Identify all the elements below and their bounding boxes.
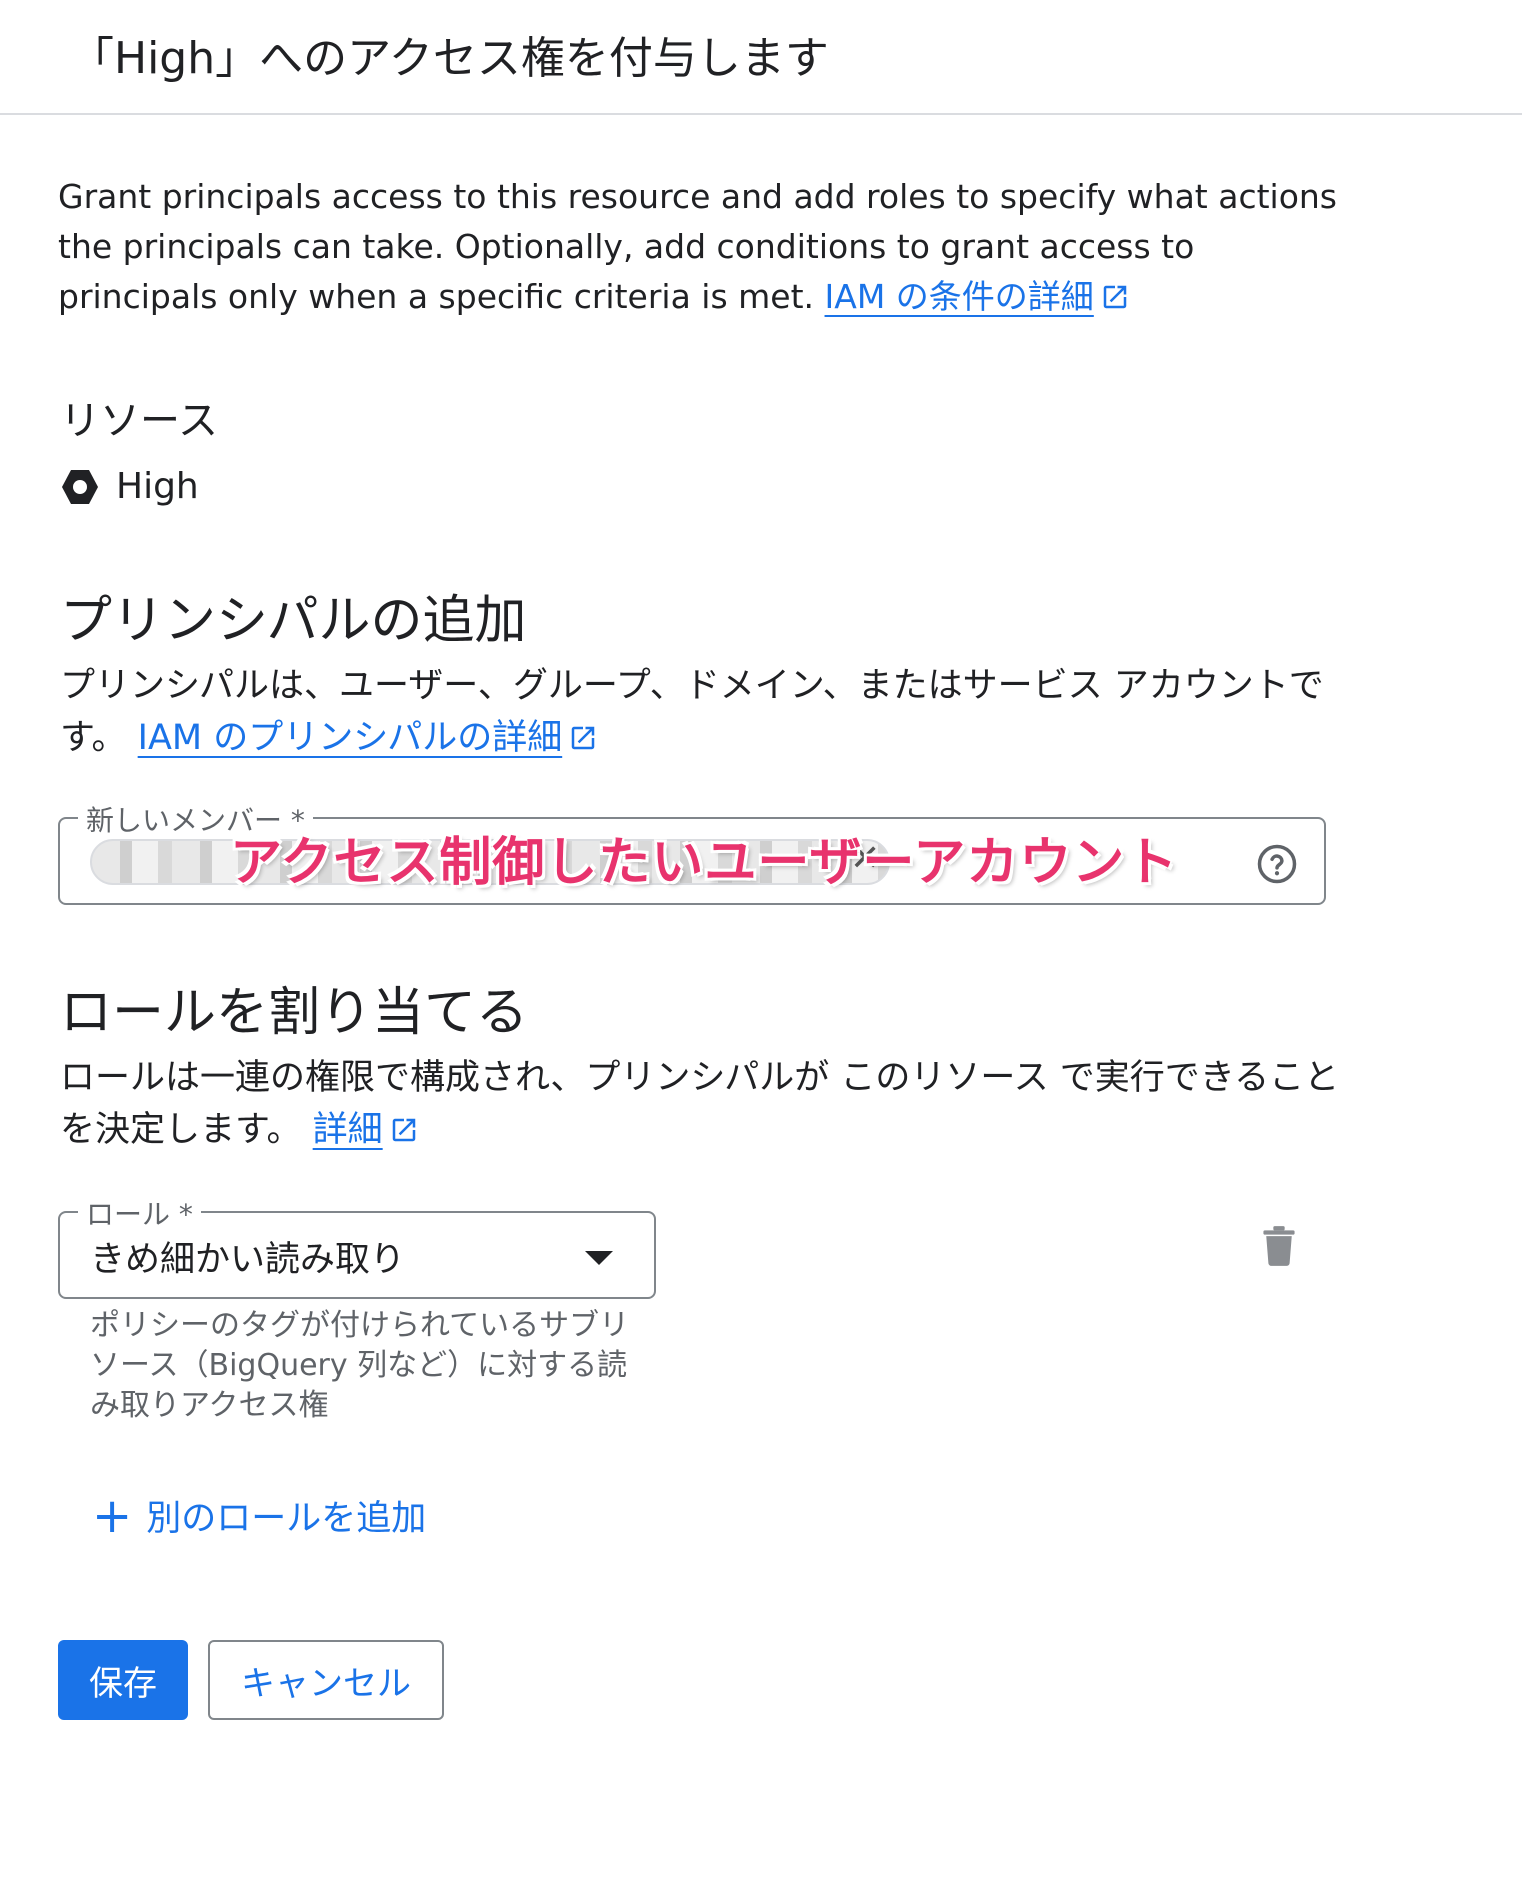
add-another-role-button[interactable]: + 別のロールを追加 xyxy=(92,1490,426,1541)
dropdown-arrow-icon[interactable] xyxy=(585,1251,613,1265)
dialog-header: 「High」へのアクセス権を付与します xyxy=(0,0,1522,115)
assign-roles-text: ロールは一連の権限で構成され、プリンシパルが このリソース で実行できることを決… xyxy=(60,1058,1340,1150)
add-principals-heading: プリンシパルの追加 xyxy=(60,591,527,651)
assign-roles-description: ロールは一連の権限で構成され、プリンシパルが このリソース で実行できることを決… xyxy=(60,1052,1350,1156)
add-principals-description: プリンシパルは、ユーザー、グループ、ドメイン、またはサービス アカウントです。 … xyxy=(60,660,1350,764)
role-select-value: きめ細かい読み取り xyxy=(90,1240,406,1280)
open-in-new-icon xyxy=(1103,285,1127,309)
role-hint-text: ポリシーのタグが付けられているサブリソース（BigQuery 列など）に対する読… xyxy=(90,1308,630,1423)
iam-principals-link[interactable]: IAM のプリンシパルの詳細 xyxy=(138,718,563,758)
assign-roles-heading: ロールを割り当てる xyxy=(60,983,529,1043)
delete-trash-icon[interactable] xyxy=(1262,1226,1296,1266)
resource-row: High xyxy=(60,466,199,507)
roles-details-link-label: 詳細 xyxy=(312,1110,383,1150)
open-in-new-icon xyxy=(571,726,595,750)
help-icon[interactable] xyxy=(1256,843,1298,885)
roles-details-link[interactable]: 詳細 xyxy=(313,1110,383,1150)
save-button[interactable]: 保存 xyxy=(58,1640,188,1720)
add-another-role-label: 別のロールを追加 xyxy=(146,1499,427,1539)
role-select[interactable]: ロール * きめ細かい読み取り xyxy=(58,1193,656,1299)
project-hexagon-icon xyxy=(62,469,98,504)
plus-icon: + xyxy=(92,1487,133,1544)
cancel-button[interactable]: キャンセル xyxy=(208,1640,444,1720)
iam-conditions-link-label: IAM の条件の詳細 xyxy=(824,277,1094,316)
annotation-overlay-text: アクセス制御したいユーザーアカウント xyxy=(230,833,1179,893)
resource-label: リソース xyxy=(60,398,218,444)
intro-paragraph: Grant principals access to this resource… xyxy=(58,172,1338,322)
resource-name: High xyxy=(116,466,199,507)
role-field-label: ロール * xyxy=(78,1193,201,1233)
page-title: 「High」へのアクセス権を付与します xyxy=(70,33,829,84)
open-in-new-icon xyxy=(392,1118,415,1142)
intro-text: Grant principals access to this resource… xyxy=(58,177,1337,316)
iam-conditions-link[interactable]: IAM の条件の詳細 xyxy=(825,277,1094,316)
iam-principals-link-label: IAM のプリンシパルの詳細 xyxy=(137,718,563,758)
